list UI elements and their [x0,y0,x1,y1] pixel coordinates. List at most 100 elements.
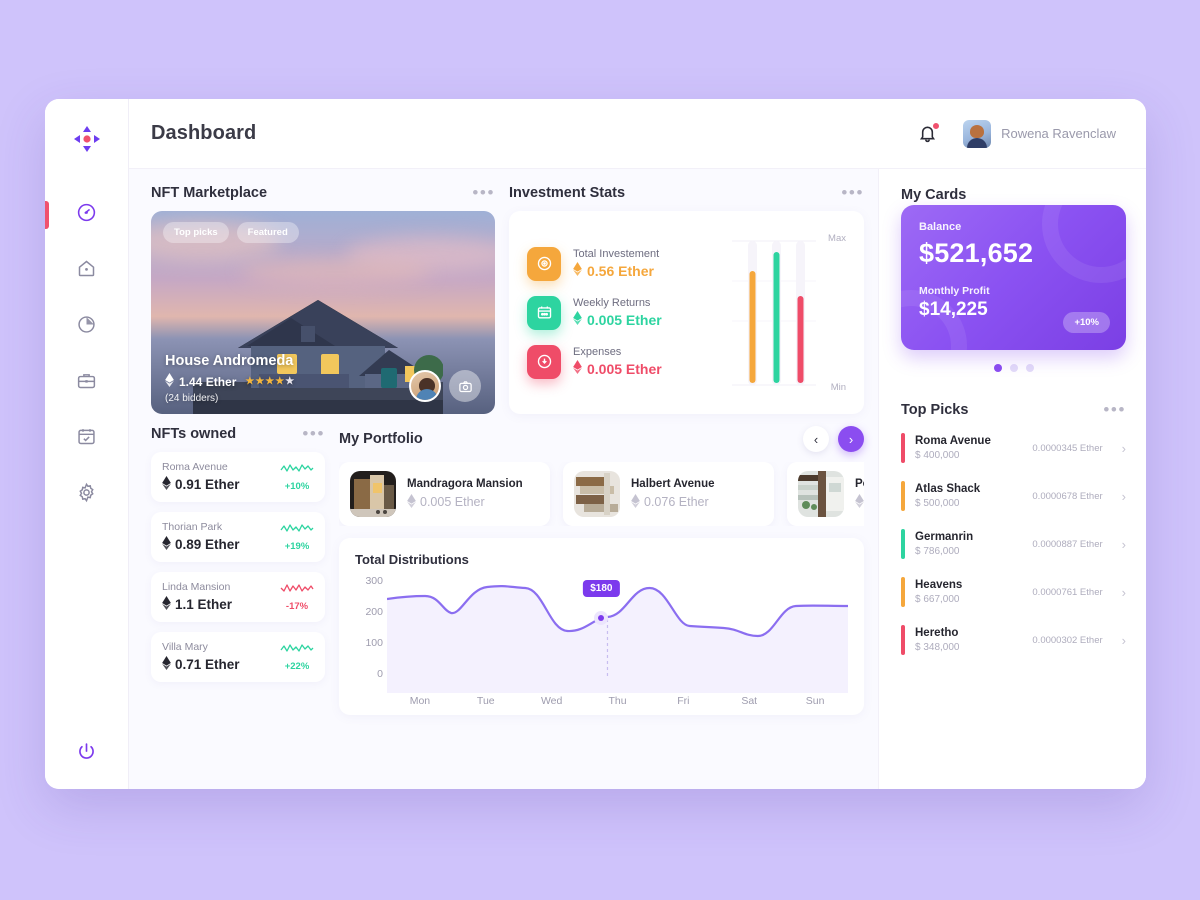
user-menu[interactable]: Rowena Ravenclaw [963,119,1116,148]
top-pick-usd: $ 400,000 [915,450,960,461]
investment-row-label: Total Investement [573,248,660,260]
balance-label: Balance [919,221,962,233]
portfolio-card-price-wrap: 0.076 Ether [631,493,715,511]
power-icon[interactable] [76,741,97,767]
nfts-owned-header: NFTs owned ••• [151,425,325,442]
investment-row-value-wrap: 0.005 Ether [573,311,662,328]
portfolio-title: My Portfolio [339,431,423,447]
chart-max-label: Max [828,232,846,244]
top-picks-title: Top Picks [901,402,969,418]
top-pick-usd: $ 348,000 [915,642,960,653]
top-pick-name: Roma Avenue [915,435,991,447]
portfolio-card-price-wrap: 0 [855,493,864,511]
sidebar-nav [45,197,128,513]
top-pick-row[interactable]: Atlas Shack $ 500,000 0.0000678 Ether › [901,472,1126,520]
investment-stats-menu-button[interactable]: ••• [841,184,864,201]
top-picks-header: Top Picks ••• [901,401,1126,418]
pie-chart-icon [76,314,97,340]
top-pick-row[interactable]: Heretho $ 348,000 0.0000302 Ether › [901,616,1126,664]
investment-row: Weekly Returns 0.005 Ether [527,295,728,330]
top-pick-row[interactable]: Roma Avenue $ 400,000 0.0000345 Ether › [901,424,1126,472]
carousel-dot-1[interactable] [993,364,1002,372]
investment-row-value: 0.56 Ether [587,262,654,279]
top-pick-color-bar [901,433,905,463]
nft-trend: -17% [280,582,314,612]
balance-card[interactable]: Balance $521,652 Monthly Profit $14,225 … [901,205,1126,350]
list-item[interactable]: Villa Mary 0.71 Ether +22% [151,632,325,682]
camera-icon[interactable] [449,370,481,402]
portfolio-card[interactable]: Halbert Avenue 0.076 Ether [563,462,774,526]
sidebar-item-calendar[interactable] [45,421,128,457]
portfolio-card-price: 0.005 Ether [420,495,485,509]
chip-top-picks[interactable]: Top picks [163,222,229,243]
top-pick-row[interactable]: Germanrin $ 786,000 0.0000887 Ether › [901,520,1126,568]
nft-marketplace-menu-button[interactable]: ••• [472,184,495,201]
pom-thumb [798,471,844,517]
chip-featured[interactable]: Featured [236,222,299,243]
y-tick-300: 300 [365,575,383,587]
nft-value-wrap: 1.1 Ether [162,596,232,613]
top-pick-name: Atlas Shack [915,483,981,495]
list-item[interactable]: Linda Mansion 1.1 Ether -17% [151,572,325,622]
sidebar-item-analytics[interactable] [45,309,128,345]
top-pick-row[interactable]: Heavens $ 667,000 0.0000761 Ether › [901,568,1126,616]
list-item[interactable]: Roma Avenue 0.91 Ether +10% [151,452,325,502]
top-pick-eth: 0.0000302 Ether [1032,634,1103,646]
owner-avatar[interactable] [409,370,441,402]
nft-value: 0.89 Ether [175,537,240,552]
carousel-dot-3[interactable] [1025,364,1034,372]
sidebar-item-portfolio[interactable] [45,365,128,401]
mansion-thumb [350,471,396,517]
nft-value-wrap: 0.71 Ether [162,656,240,673]
top-pick-usd: $ 500,000 [915,498,960,509]
nft-change: +19% [284,541,310,552]
x-tick: Wed [540,695,563,707]
my-cards-title: My Cards [901,187,967,203]
sidebar-item-dashboard[interactable] [45,197,128,233]
nfts-owned-menu-button[interactable]: ••• [302,425,325,442]
portfolio-card[interactable]: Pom 0 [787,462,864,526]
nfts-owned-section: NFTs owned ••• Roma Avenue 0.91 Ether +1… [151,425,325,715]
chevron-right-icon[interactable]: › [1122,489,1126,504]
nft-value-wrap: 0.91 Ether [162,476,240,493]
ethereum-icon [162,656,171,673]
portfolio-prev-button[interactable]: ‹ [803,426,829,452]
y-tick-0: 0 [377,668,383,680]
investment-stats-section: Investment Stats ••• Total Investement 0… [509,184,864,414]
nft-value: 0.91 Ether [175,477,240,492]
notification-button[interactable] [917,121,941,146]
portfolio-nav: ‹ › [803,426,864,452]
list-item[interactable]: Thorian Park 0.89 Ether +19% [151,512,325,562]
portfolio-next-button[interactable]: › [838,426,864,452]
top-pick-usd: $ 786,000 [915,546,960,557]
chart-marker-point[interactable] [594,611,609,625]
nft-marketplace-section: NFT Marketplace ••• Top picks Featured H… [151,184,495,414]
topbar: Dashboard Rowena Ravenclaw [129,99,1146,169]
chevron-right-icon[interactable]: › [1122,537,1126,552]
sidebar-item-settings[interactable] [45,477,128,513]
speedometer-icon [76,202,97,228]
portfolio-card[interactable]: Mandragora Mansion 0.005 Ether [339,462,550,526]
ethereum-icon [573,311,582,328]
chevron-right-icon[interactable]: › [1122,633,1126,648]
profit-label: Monthly Profit [919,285,990,297]
investment-row-value: 0.005 Ether [587,360,662,377]
x-tick: Sun [805,695,825,707]
top-pick-usd: $ 667,000 [915,594,960,605]
chevron-right-icon[interactable]: › [1122,441,1126,456]
portfolio-carousel[interactable]: Mandragora Mansion 0.005 Ether Halbert A… [339,462,864,526]
chevron-right-icon[interactable]: › [1122,585,1126,600]
carousel-dot-2[interactable] [1009,364,1018,372]
compass-logo[interactable] [67,119,107,159]
sidebar-item-home[interactable] [45,253,128,289]
top-picks-menu-button[interactable]: ••• [1103,401,1126,418]
nft-marketplace-header: NFT Marketplace ••• [151,184,495,201]
calendar-icon [76,426,97,452]
ethereum-icon [573,262,582,279]
featured-nft-card[interactable]: Top picks Featured House Andromeda 1.44 … [151,211,495,414]
briefcase-icon [76,370,97,396]
portfolio-header: My Portfolio ‹ › [339,426,864,452]
total-distributions-card: Total Distributions 300 200 100 0 $180 M… [339,538,864,715]
investment-row: Expenses 0.005 Ether [527,344,728,379]
download-circle-icon [527,344,561,379]
